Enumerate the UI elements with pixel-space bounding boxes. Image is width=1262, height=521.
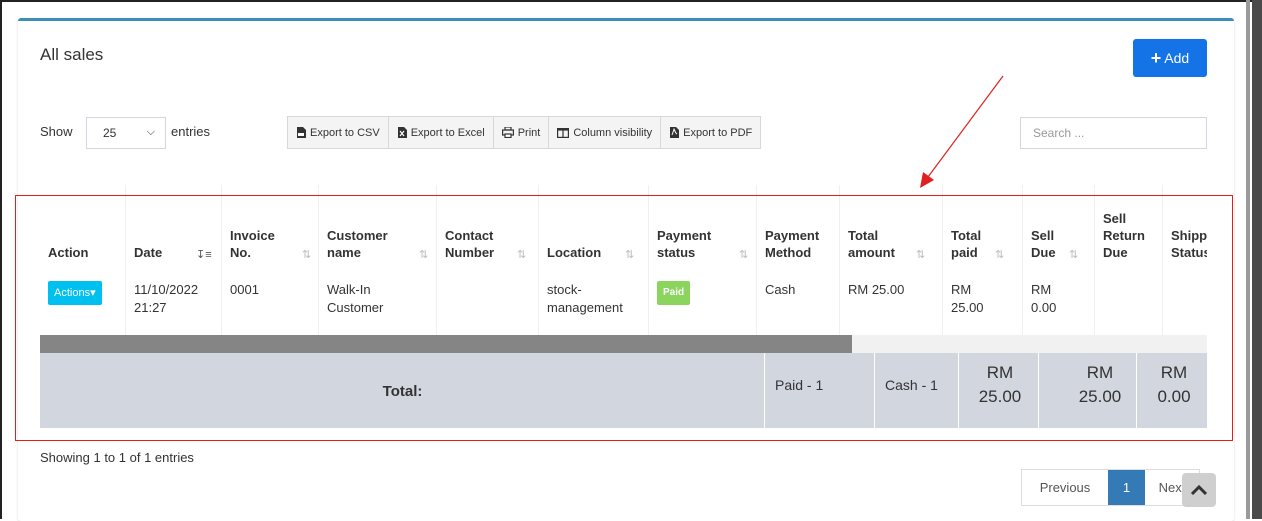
chevron-up-icon — [1190, 484, 1208, 496]
pagination: Previous 1 Next — [1021, 469, 1200, 506]
column-visibility-button[interactable]: Column visibility — [549, 117, 662, 148]
export-pdf-label: Export to PDF — [683, 126, 753, 139]
export-button-group: Export to CSV Export to Excel Print Colu… — [287, 116, 762, 149]
export-csv-button[interactable]: Export to CSV — [288, 117, 389, 148]
add-button-label: Add — [1164, 50, 1190, 66]
entries-select-value: 25 — [103, 126, 117, 140]
column-visibility-label: Column visibility — [573, 126, 653, 139]
csv-file-icon — [297, 127, 306, 138]
previous-page-button[interactable]: Previous — [1022, 470, 1108, 505]
export-excel-label: Export to Excel — [410, 126, 485, 139]
print-button[interactable]: Print — [494, 117, 550, 148]
show-label: Show — [40, 124, 73, 139]
chevron-down-icon: ⌵ — [146, 126, 155, 138]
scroll-to-top-button[interactable] — [1182, 473, 1216, 507]
export-excel-button[interactable]: Export to Excel — [389, 117, 494, 148]
plus-icon: + — [1150, 47, 1162, 68]
table-info: Showing 1 to 1 of 1 entries — [40, 450, 194, 465]
entries-label: entries — [171, 124, 211, 139]
search-input[interactable] — [1020, 117, 1207, 149]
panel-title: All sales — [40, 45, 104, 64]
printer-icon — [501, 127, 514, 138]
entries-select[interactable]: 25 ⌵ — [86, 117, 166, 149]
export-csv-label: Export to CSV — [310, 126, 380, 139]
excel-file-icon — [397, 127, 407, 138]
annotation-highlight-box — [15, 195, 1233, 441]
print-label: Print — [517, 126, 541, 139]
pdf-file-icon — [670, 127, 680, 138]
page-1-button[interactable]: 1 — [1108, 470, 1145, 505]
add-button[interactable]: + Add — [1133, 39, 1207, 77]
window-scrollbar[interactable] — [1252, 0, 1262, 519]
window-edge — [1246, 0, 1250, 519]
export-pdf-button[interactable]: Export to PDF — [661, 117, 760, 148]
columns-icon — [557, 127, 570, 138]
